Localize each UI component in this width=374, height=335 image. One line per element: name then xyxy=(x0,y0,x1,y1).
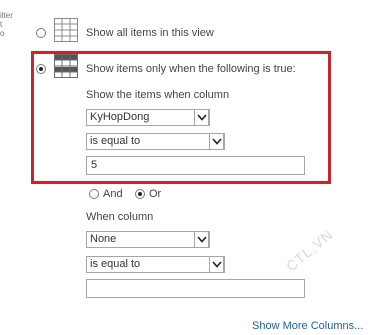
filter1-column-value: KyHopDong xyxy=(90,111,150,123)
sidebar-fragment-line: t xyxy=(0,20,3,29)
show-more-columns-link[interactable]: Show More Columns... xyxy=(252,320,363,332)
chevron-down-icon[interactable] xyxy=(194,109,209,126)
sidebar-fragment: ilter t o xyxy=(0,11,13,38)
filter1-value-text: 5 xyxy=(91,159,98,171)
and-label: And xyxy=(103,188,123,200)
chevron-down-icon[interactable] xyxy=(209,256,224,273)
sidebar-fragment-line: o xyxy=(0,29,5,38)
filter2-heading: When column xyxy=(86,211,154,223)
or-label: Or xyxy=(149,188,162,200)
show-filtered-label: Show items only when the following is tr… xyxy=(86,63,296,75)
filter1-operator-value: is equal to xyxy=(90,135,141,147)
filtered-list-icon xyxy=(54,54,78,81)
filter2-value-input[interactable] xyxy=(86,279,305,298)
or-radio[interactable] xyxy=(135,189,145,199)
filter2-operator-value: is equal to xyxy=(90,258,141,270)
show-filtered-radio[interactable] xyxy=(36,64,46,74)
filter2-column-value: None xyxy=(90,233,117,245)
show-all-radio[interactable] xyxy=(36,28,46,38)
filter1-value-input[interactable]: 5 xyxy=(86,156,305,175)
sidebar-fragment-line: ilter xyxy=(0,11,13,20)
filter2-column-select[interactable]: None xyxy=(86,231,210,248)
watermark-text: CTL.VN xyxy=(283,226,337,275)
chevron-down-icon[interactable] xyxy=(194,231,209,248)
filter1-heading: Show the items when column xyxy=(86,89,230,101)
list-view-icon xyxy=(54,18,78,45)
filter2-operator-select[interactable]: is equal to xyxy=(86,256,225,273)
chevron-down-icon[interactable] xyxy=(209,133,224,150)
filter1-column-select[interactable]: KyHopDong xyxy=(86,109,210,126)
filter1-operator-select[interactable]: is equal to xyxy=(86,133,225,150)
and-radio[interactable] xyxy=(89,189,99,199)
show-all-label: Show all items in this view xyxy=(86,27,214,39)
